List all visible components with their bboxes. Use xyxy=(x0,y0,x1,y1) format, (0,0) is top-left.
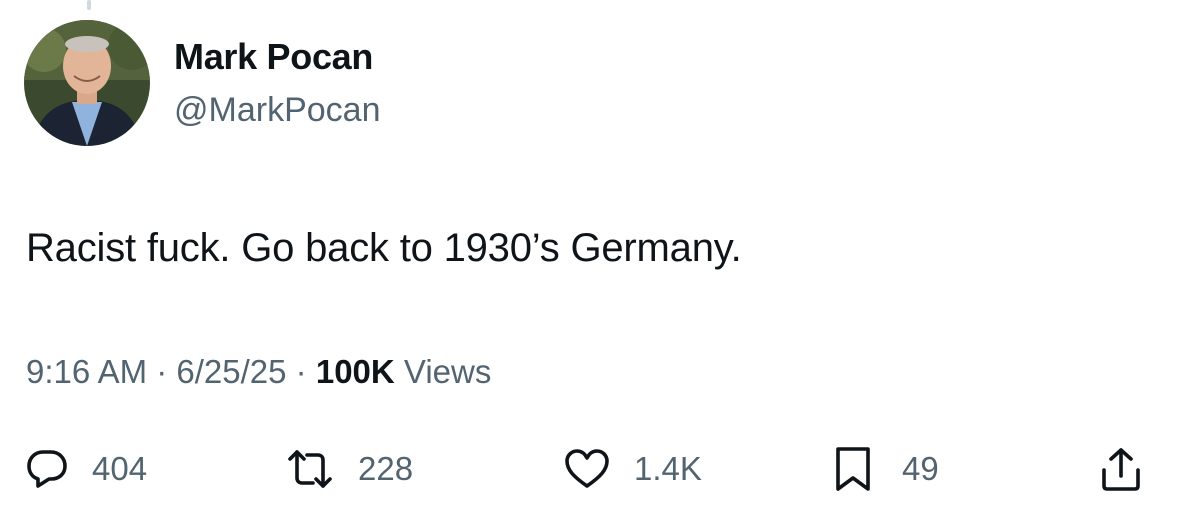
meta-separator: · xyxy=(147,353,177,390)
like-icon xyxy=(565,449,609,488)
meta-separator: · xyxy=(286,353,316,390)
author-handle[interactable]: @MarkPocan xyxy=(174,91,380,130)
tweet-text: Racist fuck. Go back to 1930’s Germany. xyxy=(26,226,742,270)
reply-count: 404 xyxy=(92,450,148,487)
tweet-date[interactable]: 6/25/25 xyxy=(176,353,286,390)
action-bar: 404 228 1.4K 49 xyxy=(0,444,1178,494)
share-button[interactable] xyxy=(1100,444,1142,494)
bookmark-button[interactable]: 49 xyxy=(834,444,939,494)
share-icon xyxy=(1102,448,1140,491)
like-button[interactable]: 1.4K xyxy=(564,444,702,494)
tweet-time[interactable]: 9:16 AM xyxy=(26,353,147,390)
tweet-meta: 9:16 AM · 6/25/25 · 100K Views xyxy=(26,353,491,391)
reply-button[interactable]: 404 xyxy=(26,444,147,494)
avatar[interactable] xyxy=(24,20,150,146)
avatar-photo xyxy=(24,20,150,146)
author-display-name[interactable]: Mark Pocan xyxy=(174,36,373,78)
repost-count: 228 xyxy=(358,450,414,487)
views-label: Views xyxy=(403,353,492,390)
reply-icon xyxy=(27,450,67,488)
bookmark-icon xyxy=(836,447,870,491)
repost-button[interactable]: 228 xyxy=(286,444,413,494)
views-count: 100K xyxy=(315,353,395,390)
bookmark-count: 49 xyxy=(902,450,939,487)
thread-connector-line xyxy=(87,0,91,10)
like-count: 1.4K xyxy=(634,450,702,487)
repost-icon xyxy=(288,450,332,488)
